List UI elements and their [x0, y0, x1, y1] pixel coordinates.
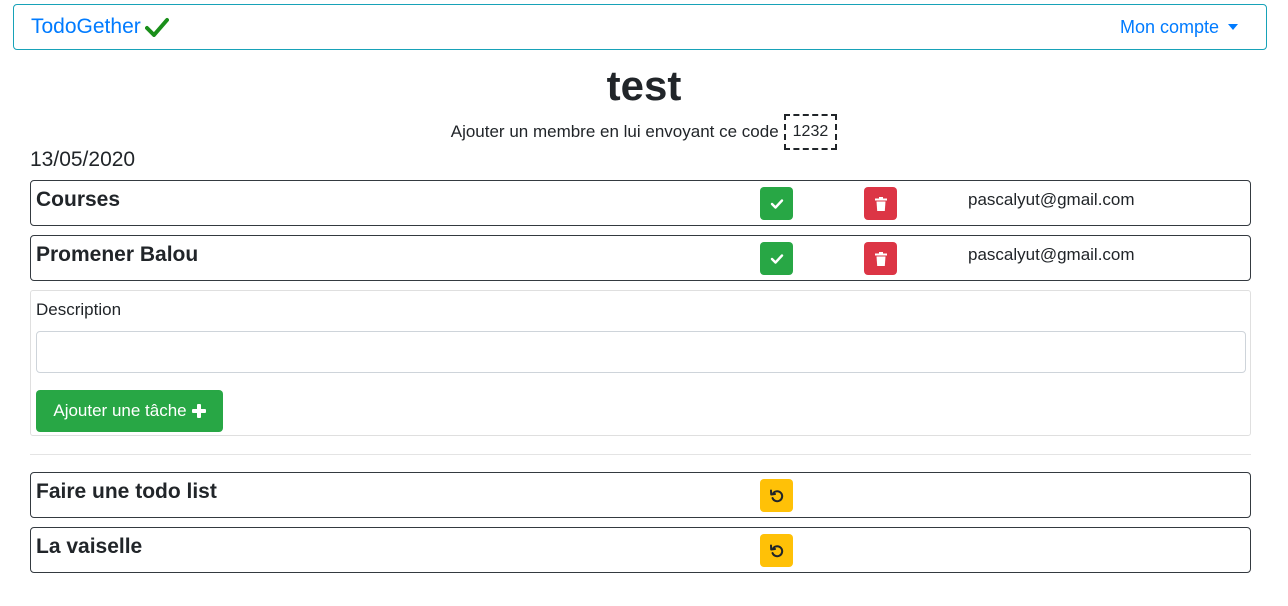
- task-label: La vaiselle: [36, 535, 143, 558]
- list-date: 13/05/2020: [30, 148, 136, 171]
- caret-down-icon: [1228, 24, 1238, 30]
- task-row: Promener Balou pascalyut@gmail.com: [30, 235, 1251, 281]
- brand-name: TodoGether: [31, 15, 141, 38]
- delete-task-button[interactable]: [864, 242, 897, 275]
- divider: [30, 454, 1251, 455]
- navbar: TodoGether Mon compte: [13, 4, 1267, 50]
- add-task-form: Description Ajouter une tâche: [30, 290, 1251, 436]
- account-label: Mon compte: [1119, 16, 1219, 37]
- check-icon: [770, 198, 783, 209]
- add-task-button[interactable]: Ajouter une tâche: [36, 390, 223, 432]
- complete-task-button[interactable]: [760, 242, 793, 275]
- invite-text: Ajouter un membre en lui envoyant ce cod…: [450, 122, 779, 141]
- task-label: Courses: [36, 188, 121, 211]
- description-input[interactable]: [36, 331, 1246, 373]
- trash-icon: [874, 196, 887, 211]
- description-label: Description: [36, 300, 122, 319]
- page-title: test: [606, 62, 682, 109]
- add-task-label: Ajouter une tâche: [53, 401, 187, 420]
- undo-icon: [769, 489, 783, 502]
- invite-code: 1232: [783, 114, 838, 150]
- delete-task-button[interactable]: [864, 187, 897, 220]
- check-icon: [144, 18, 169, 37]
- trash-icon: [874, 251, 887, 266]
- restore-task-button[interactable]: [760, 479, 793, 512]
- task-row-done: Faire une todo list: [30, 472, 1251, 518]
- undo-icon: [769, 544, 783, 557]
- complete-task-button[interactable]: [760, 187, 793, 220]
- restore-task-button[interactable]: [760, 534, 793, 567]
- account-dropdown[interactable]: Mon compte: [1120, 17, 1238, 38]
- task-assignee: pascalyut@gmail.com: [968, 190, 1135, 209]
- task-assignee: pascalyut@gmail.com: [968, 245, 1135, 264]
- task-row: Courses pascalyut@gmail.com: [30, 180, 1251, 226]
- task-label: Faire une todo list: [36, 480, 217, 503]
- check-icon: [770, 253, 783, 264]
- brand-link[interactable]: TodoGether: [31, 15, 169, 39]
- plus-icon: [191, 404, 206, 418]
- task-label: Promener Balou: [36, 243, 199, 266]
- invite-line: Ajouter un membre en lui envoyant ce cod…: [0, 114, 1288, 150]
- task-row-done: La vaiselle: [30, 527, 1251, 573]
